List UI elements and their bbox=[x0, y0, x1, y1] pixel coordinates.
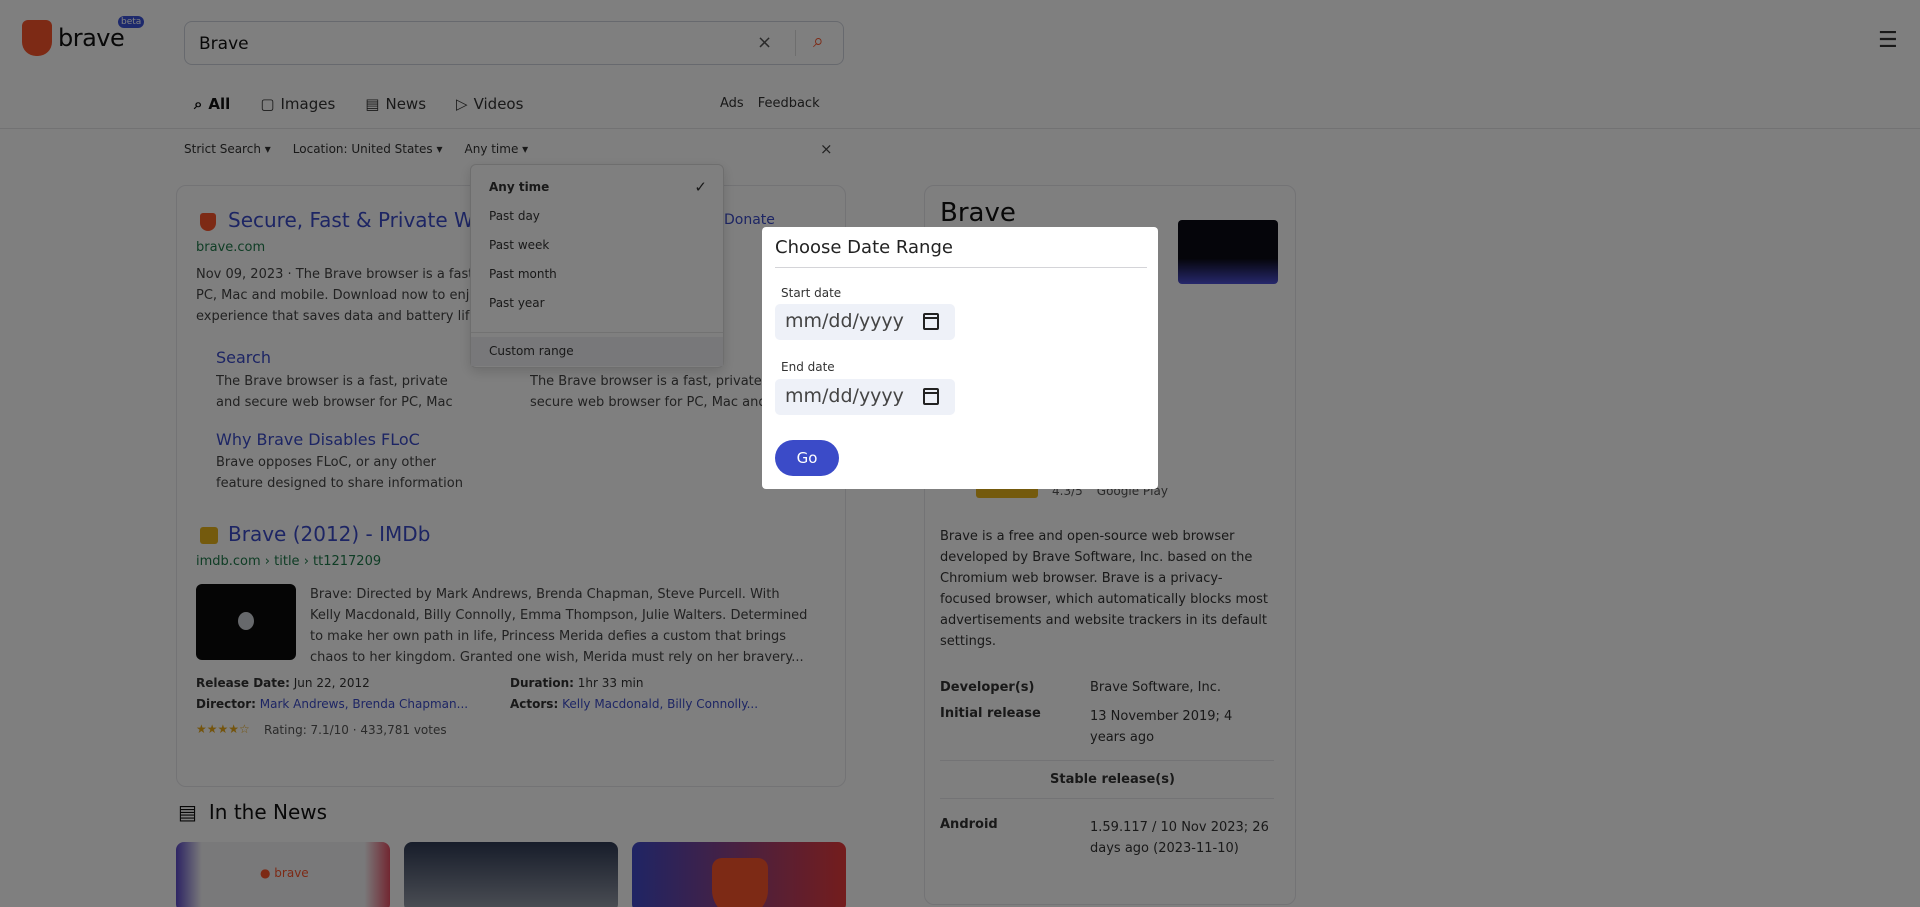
calendar-icon[interactable] bbox=[923, 313, 939, 330]
start-date-value: mm/dd/yyyy bbox=[785, 310, 904, 332]
dialog-title: Choose Date Range bbox=[775, 237, 953, 258]
end-date-input[interactable]: mm/dd/yyyy bbox=[775, 379, 955, 415]
go-button[interactable]: Go bbox=[775, 440, 839, 476]
calendar-icon[interactable] bbox=[923, 388, 939, 405]
date-range-dialog: Choose Date Range Start date mm/dd/yyyy … bbox=[762, 227, 1158, 489]
end-date-value: mm/dd/yyyy bbox=[785, 385, 904, 407]
dialog-divider bbox=[775, 267, 1147, 268]
start-date-input[interactable]: mm/dd/yyyy bbox=[775, 304, 955, 340]
start-date-label: Start date bbox=[781, 286, 842, 300]
end-date-label: End date bbox=[781, 360, 835, 374]
